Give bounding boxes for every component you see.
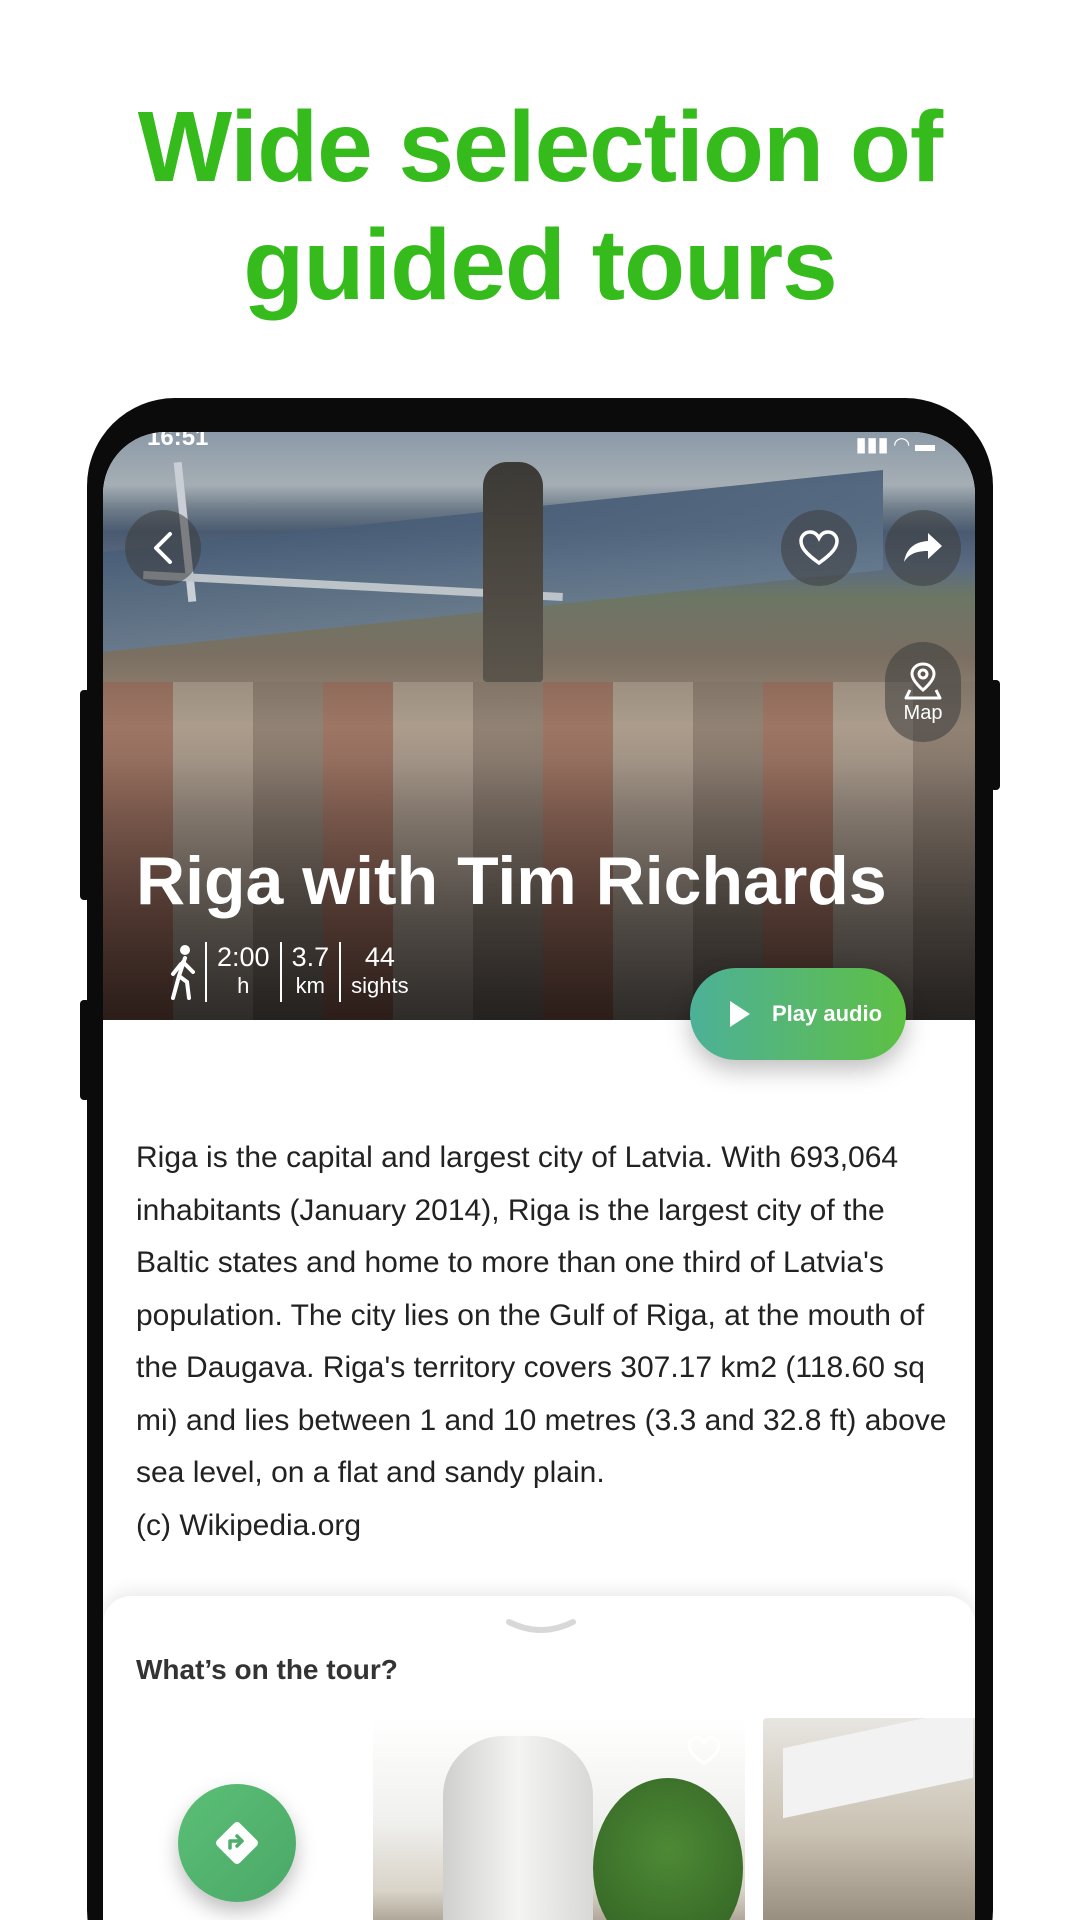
headline-line-2: guided tours	[243, 209, 838, 321]
share-icon	[904, 533, 942, 562]
heart-icon	[799, 530, 839, 566]
favorite-button[interactable]	[781, 510, 857, 586]
headline-line-1: Wide selection of	[137, 91, 943, 203]
stat-distance-value: 3.7	[291, 942, 330, 972]
status-bar: 16:51 ▮▮▮ ◠ ▬	[103, 432, 975, 456]
back-arrow-icon	[154, 532, 172, 564]
map-button[interactable]: Map	[885, 642, 961, 742]
tour-title: Riga with Tim Richards	[136, 843, 887, 919]
back-button[interactable]	[125, 510, 201, 586]
status-icons: ▮▮▮ ◠ ▬	[855, 434, 935, 456]
phone-power-button	[990, 680, 1000, 790]
play-icon	[730, 1001, 750, 1027]
description-credit: (c) Wikipedia.org	[136, 1508, 362, 1542]
chevron-down-icon[interactable]	[505, 1616, 577, 1640]
stat-distance: 3.7 km	[279, 942, 340, 1002]
app-screen: 16:51 ▮▮▮ ◠ ▬ Map Riga with Tim Richards…	[103, 432, 975, 1920]
stat-distance-unit: km	[295, 973, 325, 998]
sheet-title: What’s on the tour?	[136, 1654, 398, 1685]
tour-hero-image: 16:51 ▮▮▮ ◠ ▬ Map Riga with Tim Richards…	[103, 432, 975, 1020]
tour-stats: 2:00 h 3.7 km 44 sights	[165, 942, 419, 1006]
description-text: Riga is the capital and largest city of …	[136, 1141, 947, 1489]
play-audio-button[interactable]: Play audio	[690, 968, 906, 1060]
sight-card[interactable]	[763, 1718, 975, 1920]
status-time: 16:51	[147, 432, 209, 451]
stat-sights-value: 44	[364, 942, 395, 972]
stat-duration-value: 2:00	[217, 942, 270, 972]
share-button[interactable]	[885, 510, 961, 586]
headline: Wide selection of guided tours	[0, 88, 1080, 324]
route-button[interactable]	[178, 1784, 296, 1902]
phone-side-button	[80, 1000, 90, 1100]
route-icon	[216, 1822, 258, 1864]
map-pin-icon	[904, 661, 942, 699]
heart-icon[interactable]	[687, 1736, 721, 1766]
phone-side-button	[80, 690, 90, 900]
stat-duration: 2:00 h	[205, 942, 280, 1002]
map-label: Map	[903, 701, 943, 724]
walker-icon	[171, 945, 195, 1000]
stat-sights: 44 sights	[339, 942, 418, 1002]
tour-description: Riga is the capital and largest city of …	[136, 1132, 966, 1552]
stat-duration-unit: h	[237, 973, 250, 998]
play-audio-label: Play audio	[772, 1001, 883, 1026]
stat-sights-unit: sights	[351, 973, 409, 998]
